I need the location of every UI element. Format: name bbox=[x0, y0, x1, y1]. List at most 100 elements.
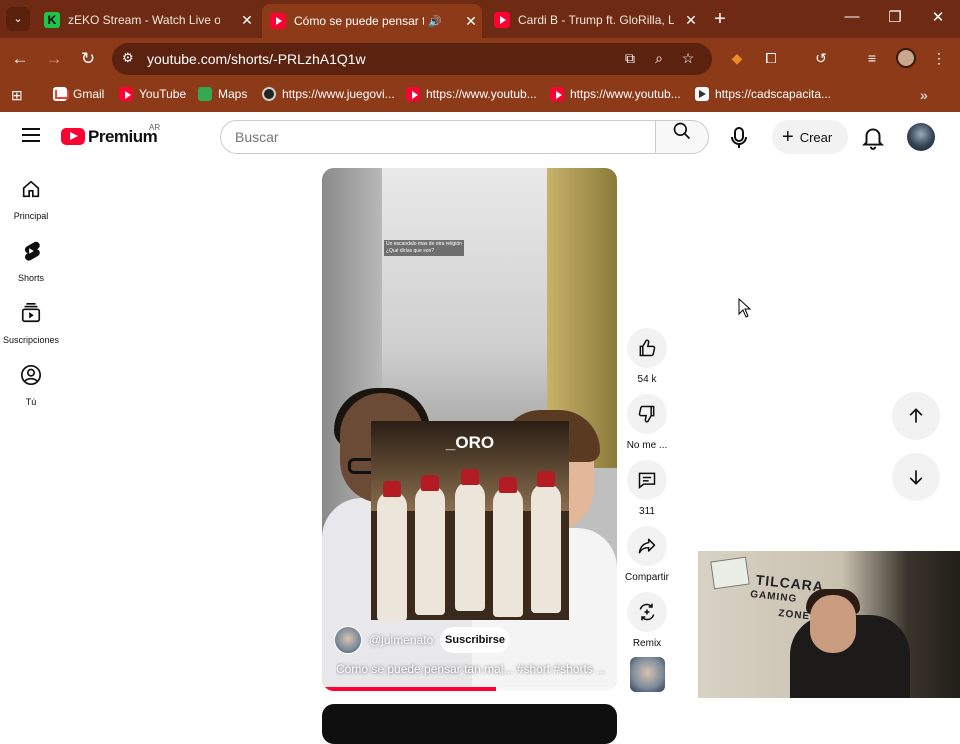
back-button[interactable]: ← bbox=[9, 48, 31, 70]
inset-figure bbox=[537, 471, 555, 487]
zoom-icon[interactable]: ⌕ bbox=[649, 50, 669, 67]
address-bar[interactable]: ⚙ youtube.com/shorts/-PRLzhA1Q1w ⧉ ⌕ ☆ bbox=[112, 43, 712, 75]
share-button[interactable]: Compartir bbox=[625, 526, 669, 583]
like-icon bbox=[639, 339, 656, 357]
account-avatar[interactable] bbox=[907, 123, 935, 151]
arrow-up-icon bbox=[909, 408, 923, 423]
youtube-logo-icon[interactable] bbox=[61, 128, 85, 145]
sidebar-item-you[interactable]: Tú bbox=[0, 364, 62, 410]
bookmark-gmail[interactable]: Gmail bbox=[53, 87, 104, 101]
inset-figure bbox=[377, 491, 407, 621]
search-input[interactable] bbox=[220, 120, 656, 154]
create-button[interactable]: + Crear bbox=[772, 120, 848, 154]
inset-figure bbox=[531, 483, 561, 613]
tab-title: zEKO Stream - Watch Live on Ki bbox=[68, 13, 220, 27]
extensions-icon[interactable]: ⧠ bbox=[760, 50, 782, 67]
install-app-icon[interactable]: ⧉ bbox=[620, 50, 640, 67]
like-button[interactable]: 54 k bbox=[627, 328, 667, 385]
previous-short-button[interactable] bbox=[892, 392, 940, 440]
close-tab-icon[interactable]: ✕ bbox=[236, 12, 258, 29]
share-label: Compartir bbox=[625, 572, 669, 583]
apps-grid-icon[interactable]: ⊞ bbox=[11, 87, 23, 104]
minimize-button[interactable]: — bbox=[840, 8, 864, 25]
youtube-premium-logo[interactable]: Premium bbox=[88, 127, 158, 147]
bookmark-cadscapacita[interactable]: https://cadscapacita... bbox=[695, 87, 831, 101]
site-info-icon[interactable]: ⚙ bbox=[122, 50, 134, 66]
close-tab-icon[interactable]: ✕ bbox=[680, 12, 702, 29]
tab-title: Cómo se puede pensar tan bbox=[294, 14, 424, 28]
new-tab-button[interactable]: + bbox=[708, 8, 732, 31]
notifications-bell-icon[interactable] bbox=[860, 124, 886, 150]
tab-search-button[interactable]: ⌄ bbox=[6, 7, 30, 31]
subscriptions-icon bbox=[21, 303, 41, 323]
tab-current-short[interactable]: Cómo se puede pensar tan 🔊 ✕ bbox=[262, 4, 482, 38]
next-short-preview[interactable] bbox=[322, 704, 617, 744]
browser-toolbar: ← → ↻ ⚙ youtube.com/shorts/-PRLzhA1Q1w ⧉… bbox=[0, 38, 960, 80]
dislike-button[interactable]: No me ... bbox=[627, 394, 667, 451]
sidebar-item-shorts[interactable]: Shorts bbox=[0, 240, 62, 286]
webcam-person bbox=[810, 595, 856, 653]
sidebar-item-label: Shorts bbox=[17, 273, 44, 283]
reload-button[interactable]: ↻ bbox=[77, 48, 99, 70]
voice-search-button[interactable] bbox=[720, 119, 758, 157]
url-text[interactable]: youtube.com/shorts/-PRLzhA1Q1w bbox=[147, 51, 366, 67]
short-title[interactable]: Cómo se puede pensar tan mal... #short #… bbox=[336, 662, 606, 676]
subscribe-button[interactable]: Suscribirse bbox=[440, 627, 510, 653]
close-tab-icon[interactable]: ✕ bbox=[460, 13, 482, 30]
forward-button[interactable]: → bbox=[43, 48, 65, 70]
sidebar-item-label: Suscripciones bbox=[2, 335, 60, 345]
dislike-label: No me ... bbox=[626, 440, 668, 451]
bookmark-youtube-1[interactable]: https://www.youtub... bbox=[406, 87, 537, 101]
tab-zeko[interactable]: K zEKO Stream - Watch Live on Ki ✕ bbox=[36, 6, 258, 34]
channel-avatar[interactable] bbox=[334, 626, 362, 654]
more-bookmarks-icon[interactable]: » bbox=[920, 87, 928, 103]
youtube-icon bbox=[406, 87, 420, 101]
bookmark-youtube-2[interactable]: https://www.youtub... bbox=[550, 87, 681, 101]
youtube-icon bbox=[119, 87, 133, 101]
restore-button[interactable]: ❐ bbox=[883, 8, 907, 26]
search-button[interactable] bbox=[655, 120, 709, 154]
audio-playing-icon[interactable]: 🔊 bbox=[428, 15, 442, 28]
menu-icon[interactable] bbox=[22, 128, 40, 142]
media-controls-icon[interactable]: ≡ bbox=[861, 50, 883, 66]
mouse-cursor-icon bbox=[738, 298, 752, 318]
kick-favicon-icon: K bbox=[44, 12, 60, 28]
inset-figure bbox=[493, 487, 523, 617]
tab-cardi-b[interactable]: Cardi B - Trump ft. GloRilla, Latt ✕ bbox=[486, 6, 702, 34]
remix-label: Remix bbox=[632, 638, 662, 649]
close-window-button[interactable]: ✕ bbox=[926, 8, 950, 26]
remix-button[interactable]: Remix bbox=[627, 592, 667, 649]
channel-name[interactable]: @julmenato bbox=[369, 633, 433, 647]
region-code: AR bbox=[149, 123, 161, 132]
next-short-button[interactable] bbox=[892, 453, 940, 501]
home-icon bbox=[22, 180, 40, 198]
youtube-favicon-icon bbox=[270, 13, 286, 29]
shorts-video-player[interactable]: Un escandalo mas de otra religión ¿Qué d… bbox=[322, 168, 617, 691]
arrow-down-icon bbox=[909, 470, 923, 485]
video-progress-bar[interactable] bbox=[322, 687, 617, 691]
metamask-extension-icon[interactable]: ◆ bbox=[726, 50, 748, 67]
original-audio-thumbnail[interactable] bbox=[630, 657, 665, 692]
inset-figure bbox=[461, 469, 479, 485]
tab-title: Cardi B - Trump ft. GloRilla, Latt bbox=[518, 13, 674, 27]
search-icon bbox=[673, 122, 691, 140]
profile-avatar[interactable] bbox=[896, 48, 916, 68]
sidebar-item-label: Tú bbox=[25, 397, 37, 407]
microphone-icon bbox=[731, 127, 747, 148]
bookmark-maps[interactable]: Maps bbox=[198, 87, 247, 101]
bookmark-youtube[interactable]: YouTube bbox=[119, 87, 186, 101]
browser-menu-icon[interactable]: ⋮ bbox=[928, 50, 950, 67]
inset-title: _ORO bbox=[445, 433, 495, 452]
webcam-poster bbox=[710, 556, 750, 590]
youtube-header: Premium AR + Crear bbox=[0, 112, 960, 160]
video-inset-clip: _ORO bbox=[371, 421, 569, 621]
plus-icon: + bbox=[782, 126, 794, 148]
history-icon[interactable]: ↺ bbox=[810, 50, 832, 67]
gmail-icon bbox=[53, 87, 69, 101]
sidebar-item-home[interactable]: Principal bbox=[0, 178, 62, 224]
bookmark-star-icon[interactable]: ☆ bbox=[678, 50, 698, 67]
site-icon bbox=[262, 87, 276, 101]
sidebar-item-subscriptions[interactable]: Suscripciones bbox=[0, 302, 62, 348]
comments-button[interactable]: 311 bbox=[627, 460, 667, 517]
bookmark-juegovi[interactable]: https://www.juegovi... bbox=[262, 87, 395, 101]
